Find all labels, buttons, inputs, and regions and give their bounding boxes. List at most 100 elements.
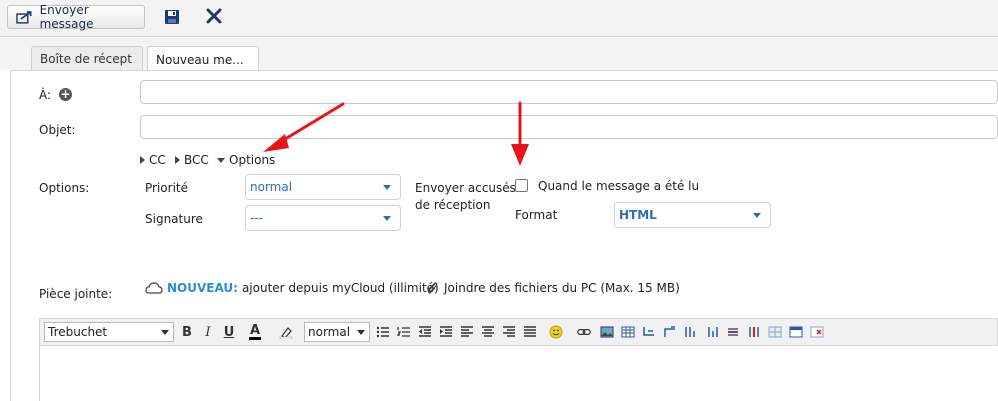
format-value: HTML (619, 208, 657, 222)
split-cells-button[interactable] (767, 323, 783, 341)
cloud-icon (145, 282, 163, 294)
font-color-glyph: A (249, 322, 261, 338)
send-message-label: Envoyer message (39, 3, 94, 31)
format-label: Format (515, 208, 558, 222)
image-icon (600, 326, 614, 338)
font-color-swatch (249, 336, 261, 340)
font-color-button[interactable]: A (242, 323, 268, 341)
save-icon[interactable] (164, 9, 180, 25)
attachment-label: Pièce jointe: (39, 287, 113, 301)
smiley-icon (549, 325, 563, 339)
priority-value: normal (250, 180, 293, 194)
insert-column-before-icon (685, 327, 695, 337)
receipt-label-line1: Envoyer accusés (415, 181, 516, 195)
tab-new-message[interactable]: Nouveau me... (147, 46, 259, 72)
font-size-value: normal (308, 325, 351, 339)
message-body-editor[interactable] (39, 346, 998, 401)
tab-inbox[interactable]: Boîte de récept (31, 46, 143, 71)
font-family-value: Trebuchet (48, 325, 108, 339)
link-icon (577, 329, 591, 335)
row-before-button[interactable] (641, 323, 657, 341)
col-after-button[interactable] (704, 323, 720, 341)
send-icon (16, 11, 32, 24)
highlight-color-button[interactable] (273, 323, 299, 341)
tab-new-message-label: Nouveau me... (156, 52, 244, 67)
delete-column-icon (749, 327, 759, 337)
format-select[interactable]: HTML (614, 202, 771, 228)
close-icon[interactable] (206, 7, 222, 25)
tab-inbox-label: Boîte de récept (40, 52, 132, 66)
bullet-list-icon (376, 326, 389, 338)
insert-link-button[interactable] (574, 323, 594, 341)
to-label: À: (39, 88, 52, 102)
attach-pc-label: Joindre des fichiers du PC (Max. 15 MB) (444, 281, 680, 295)
read-receipt-label: Quand le message a été lu (538, 179, 700, 193)
chevron-down-icon (383, 185, 391, 190)
insert-row-before-icon (643, 327, 654, 336)
insert-table-button[interactable] (620, 323, 636, 341)
expand-right-icon (175, 156, 180, 164)
merge-cells-button[interactable] (788, 323, 804, 341)
top-toolbar: Envoyer message (0, 0, 998, 37)
delete-row-button[interactable] (725, 323, 741, 341)
align-right-icon (503, 326, 515, 337)
signature-label: Signature (145, 212, 203, 226)
insert-image-button[interactable] (599, 323, 615, 341)
align-left-button[interactable] (459, 323, 475, 341)
add-recipient-icon[interactable]: + (59, 88, 72, 101)
merge-cells-icon (789, 326, 803, 338)
attach-mycloud-label: ajouter depuis myCloud (illimité) (241, 281, 439, 295)
numbered-list-icon (397, 327, 410, 337)
bcc-toggle[interactable]: BCC (175, 153, 209, 167)
justify-icon (524, 326, 536, 337)
emoji-button[interactable] (543, 323, 569, 341)
to-field[interactable] (140, 80, 998, 104)
delete-column-button[interactable] (746, 323, 762, 341)
editor-toolbar: Trebuchet B I U A normal (39, 318, 998, 346)
numbered-list-button[interactable] (396, 323, 412, 341)
align-center-icon (482, 326, 494, 337)
expand-right-icon (140, 156, 145, 164)
priority-label: Priorité (145, 181, 188, 195)
chevron-down-icon (357, 330, 365, 335)
cc-label: CC (149, 153, 166, 167)
split-cells-icon (768, 326, 782, 338)
send-message-button[interactable]: Envoyer message (7, 3, 145, 31)
indent-icon (440, 326, 452, 337)
receipt-label-line2: de réception (415, 198, 491, 212)
paperclip-icon (427, 282, 438, 294)
cc-toggle[interactable]: CC (140, 153, 166, 167)
align-left-icon (461, 326, 473, 337)
italic-button[interactable]: I (200, 323, 216, 341)
attach-new-badge: NOUVEAU: (167, 281, 238, 295)
table-icon (621, 326, 635, 338)
attach-mycloud-link[interactable]: NOUVEAU: ajouter depuis myCloud (illimit… (145, 281, 439, 295)
align-center-button[interactable] (480, 323, 496, 341)
outdent-button[interactable] (417, 323, 433, 341)
bold-button[interactable]: B (179, 323, 195, 341)
col-before-button[interactable] (683, 323, 699, 341)
justify-button[interactable] (522, 323, 538, 341)
delete-row-icon (728, 328, 738, 336)
underline-button[interactable]: U (221, 323, 237, 341)
insert-row-after-icon (664, 326, 675, 337)
highlighter-icon (279, 327, 293, 339)
signature-value: --- (250, 211, 263, 225)
font-size-select[interactable]: normal (304, 322, 370, 342)
bullet-list-button[interactable] (375, 323, 391, 341)
signature-select[interactable]: --- (245, 205, 401, 231)
read-receipt-checkbox[interactable] (515, 179, 528, 192)
attach-pc-link[interactable]: Joindre des fichiers du PC (Max. 15 MB) (426, 281, 680, 295)
subject-field[interactable] (140, 115, 998, 139)
options-toggle[interactable]: Options (217, 153, 275, 167)
priority-select[interactable]: normal (245, 174, 401, 200)
align-right-button[interactable] (501, 323, 517, 341)
row-after-button[interactable] (662, 323, 678, 341)
bcc-label: BCC (184, 153, 209, 167)
delete-table-button[interactable] (809, 323, 825, 341)
indent-button[interactable] (438, 323, 454, 341)
tab-strip: Boîte de récept Nouveau me... (0, 38, 998, 72)
font-family-select[interactable]: Trebuchet (44, 322, 174, 342)
subject-label: Objet: (39, 123, 76, 137)
expand-down-icon (217, 157, 225, 163)
